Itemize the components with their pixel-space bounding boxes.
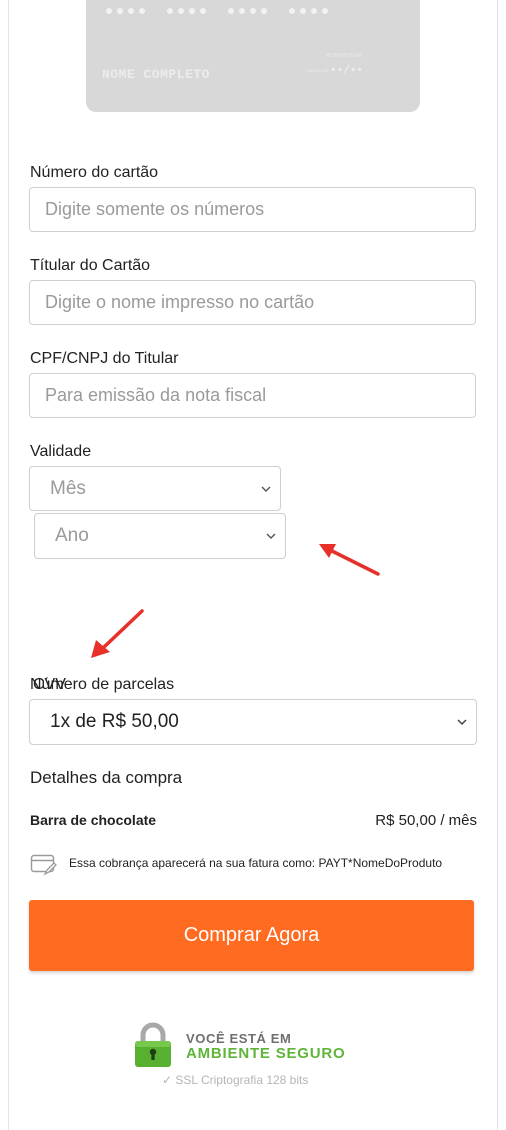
product-price: R$ 50,00 / mês xyxy=(375,812,477,829)
card-number-input[interactable] xyxy=(29,187,476,232)
page-left-border xyxy=(8,0,9,1130)
installments-label: Número de parcelas xyxy=(30,676,175,693)
card-number-dots xyxy=(106,8,328,14)
secure-badge-line1: VOCÊ ESTÁ EM xyxy=(186,1031,292,1046)
padlock-icon xyxy=(135,1022,171,1067)
billing-notice: Essa cobrança aparecerá na sua fatura co… xyxy=(69,856,443,870)
chevron-down-icon xyxy=(457,719,467,726)
installments-select[interactable]: 1x de R$ 50,00 xyxy=(29,699,477,745)
month-select[interactable]: Mês xyxy=(29,466,281,511)
chevron-down-icon xyxy=(261,486,271,492)
chevron-down-icon xyxy=(266,533,276,539)
credit-card-preview: NOME COMPLETO MONTH/YEAR VALIDO ATÉ ••/•… xyxy=(86,0,420,112)
month-select-value: Mês xyxy=(50,477,86,499)
purchase-details-title: Detalhes da compra xyxy=(30,768,183,787)
credit-card-icon xyxy=(30,854,57,876)
annotation-arrow-cvv xyxy=(91,609,144,658)
document-input[interactable] xyxy=(29,373,476,418)
card-number-group-3 xyxy=(228,8,267,14)
year-select-value: Ano xyxy=(55,525,89,546)
card-validity-top-label: MONTH/YEAR xyxy=(326,53,363,59)
card-number-label: Número do cartão xyxy=(30,164,159,181)
card-holder-placeholder: NOME COMPLETO xyxy=(102,67,210,82)
card-holder-input[interactable] xyxy=(29,280,476,325)
card-number-group-2 xyxy=(167,8,206,14)
page-right-border xyxy=(497,0,498,1130)
year-select[interactable]: Ano xyxy=(34,513,286,559)
ssl-encryption-note: ✓ SSL Criptografia 128 bits xyxy=(162,1073,309,1087)
card-validity-value: ••/•• xyxy=(330,65,364,77)
secure-badge-line2: AMBIENTE SEGURO xyxy=(186,1045,346,1062)
buy-now-button[interactable]: Comprar Agora xyxy=(29,900,474,971)
card-number-group-1 xyxy=(106,8,145,14)
card-holder-label: Títular do Cartão xyxy=(30,257,151,274)
annotation-arrow-year xyxy=(319,544,380,576)
validity-label: Validade xyxy=(30,443,92,460)
product-name: Barra de chocolate xyxy=(30,812,157,828)
installments-select-value: 1x de R$ 50,00 xyxy=(50,711,179,732)
card-number-group-4 xyxy=(289,8,328,14)
document-label: CPF/CNPJ do Titular xyxy=(30,350,179,367)
